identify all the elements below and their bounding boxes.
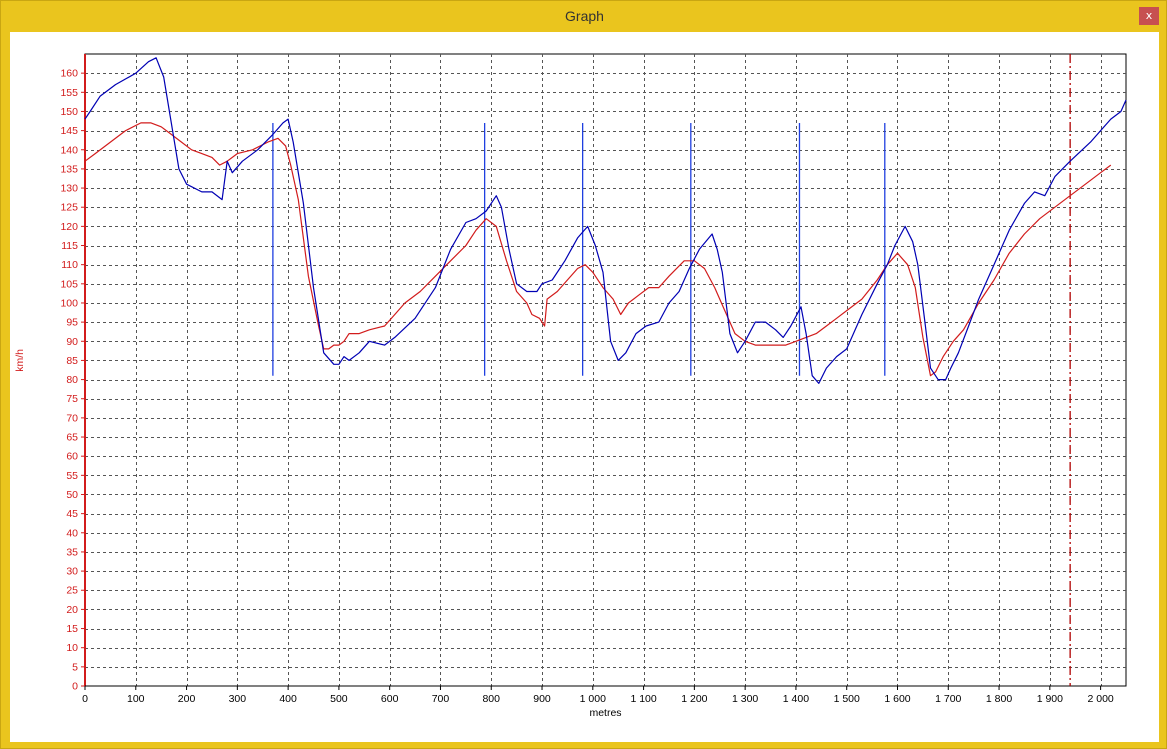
x-tick-label: 800 [482, 693, 500, 705]
y-tick-label: 70 [66, 412, 78, 424]
x-tick-label: 2 000 [1087, 693, 1113, 705]
x-tick-label: 1 500 [834, 693, 860, 705]
y-tick-label: 125 [60, 202, 78, 214]
y-tick-label: 80 [66, 374, 78, 386]
y-tick-label: 45 [66, 508, 78, 520]
x-tick-label: 1 100 [630, 693, 656, 705]
chart-area: 0 5 10 15 20 25 30 35 40 45 50 55 60 65 70 75 80 85 90 95 10… [10, 32, 1159, 742]
y-tick-label: 110 [61, 259, 78, 271]
y-tick-label: 150 [60, 106, 78, 118]
y-tick-label: 10 [66, 642, 78, 654]
y-tick-label: 60 [66, 451, 78, 463]
y-tick-label: 120 [60, 221, 78, 233]
x-axis-label: metres [589, 707, 621, 719]
speed-distance-chart: 0 5 10 15 20 25 30 35 40 45 50 55 60 65 70 75 80 85 90 95 10… [14, 53, 1127, 719]
y-tick-label: 20 [66, 604, 78, 616]
x-tick-label: 100 [127, 693, 145, 705]
y-tick-label: 5 [72, 661, 78, 673]
y-tick-label: 30 [66, 566, 78, 578]
y-tick-label: 140 [60, 144, 78, 156]
y-axis-label: km/h [14, 349, 26, 372]
x-tick-label: 1 200 [681, 693, 707, 705]
x-tick-label: 1 900 [1037, 693, 1063, 705]
y-tick-label: 0 [72, 681, 78, 693]
plot-frame [84, 53, 1127, 687]
y-tick-label: 130 [60, 183, 78, 195]
y-tick-label: 35 [66, 546, 78, 558]
x-tick-label: 200 [178, 693, 196, 705]
y-tick-label: 25 [66, 585, 78, 597]
close-button[interactable]: x [1139, 7, 1159, 25]
y-tick-label: 50 [66, 489, 78, 501]
x-tick-label: 700 [432, 693, 450, 705]
y-tick-label: 160 [60, 68, 78, 80]
x-tick-label: 1 700 [935, 693, 961, 705]
x-tick-label: 1 800 [986, 693, 1012, 705]
y-tick-label: 115 [61, 240, 78, 252]
x-tick-label: 1 600 [884, 693, 910, 705]
y-tick-label: 55 [66, 470, 78, 482]
window-title: Graph [565, 8, 604, 24]
y-tick-label: 15 [66, 623, 78, 635]
x-tick-label: 600 [381, 693, 399, 705]
y-tick-label: 85 [66, 355, 78, 367]
y-tick-label: 145 [60, 125, 78, 137]
x-tick-label: 1 000 [580, 693, 606, 705]
x-tick-label: 500 [330, 693, 348, 705]
y-tick-label: 65 [66, 432, 78, 444]
title-bar[interactable]: Graph x [1, 1, 1167, 31]
y-tick-label: 135 [60, 163, 78, 175]
y-tick-label: 90 [66, 336, 78, 348]
y-tick-label: 155 [60, 87, 78, 99]
y-tick-label: 95 [66, 317, 78, 329]
y-tick-label: 105 [60, 278, 78, 290]
graph-window: Graph x 0 5 10 15 20 25 30 35 40 45 50 55 60 65 70 75 80… [0, 0, 1167, 749]
y-tick-label: 75 [66, 393, 78, 405]
x-tick-label: 1 300 [732, 693, 758, 705]
x-tick-label: 900 [533, 693, 551, 705]
x-tick-label: 0 [82, 693, 88, 705]
x-tick-label: 400 [279, 693, 297, 705]
y-tick-label: 40 [66, 527, 78, 539]
x-tick-label: 1 400 [783, 693, 809, 705]
x-tick-label: 300 [229, 693, 247, 705]
y-tick-label: 100 [60, 297, 78, 309]
